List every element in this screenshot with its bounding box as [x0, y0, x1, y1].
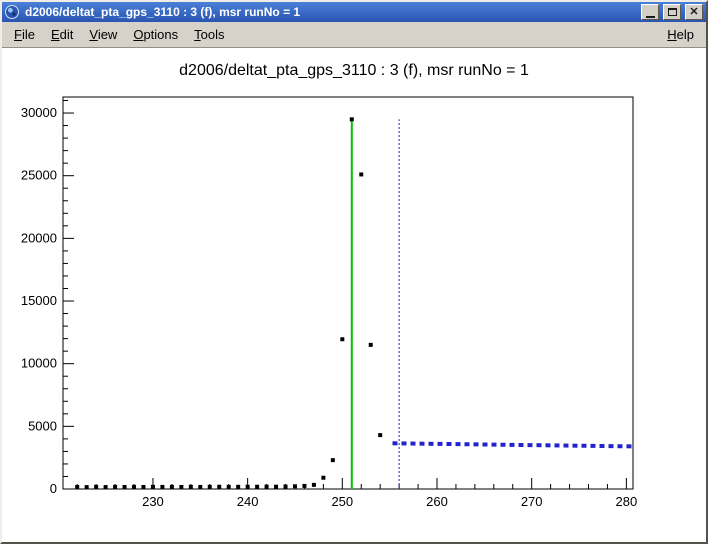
histogram-point: [302, 484, 306, 488]
plot-area[interactable]: 230 240 250 260 270 280 0 5000 10000 15000 20000 25…: [2, 48, 706, 542]
y-tick-label: 20000: [21, 230, 57, 245]
y-tick-label: 0: [50, 481, 57, 496]
histogram-point: [284, 484, 288, 488]
menu-tools[interactable]: Tools: [186, 23, 232, 46]
x-tick-label: 280: [616, 494, 638, 509]
menu-options[interactable]: Options: [125, 23, 186, 46]
histogram-point: [75, 485, 79, 489]
histogram-point: [265, 485, 269, 489]
application-window: d2006/deltat_pta_gps_3110 : 3 (f), msr r…: [0, 0, 708, 544]
histogram-point: [293, 484, 297, 488]
y-tick-label: 5000: [28, 418, 57, 433]
histogram-point: [217, 485, 221, 489]
histogram-point: [369, 343, 373, 347]
histogram-point: [350, 117, 354, 121]
x-tick-label: 270: [521, 494, 543, 509]
y-tick-label: 25000: [21, 168, 57, 183]
maximize-icon[interactable]: [663, 4, 681, 20]
root-canvas[interactable]: d2006/deltat_pta_gps_3110 : 3 (f), msr r…: [2, 48, 706, 542]
histogram-point: [378, 433, 382, 437]
minimize-icon[interactable]: [641, 4, 659, 20]
histogram-point: [321, 476, 325, 480]
histogram-point: [236, 485, 240, 489]
histogram-point: [208, 485, 212, 489]
x-tick-label: 230: [142, 494, 164, 509]
histogram-point: [179, 485, 183, 489]
histogram-point: [227, 485, 231, 489]
menu-bar: File Edit View Options Tools Help: [2, 22, 706, 48]
menu-edit[interactable]: Edit: [43, 23, 81, 46]
close-glyph: ✕: [689, 7, 698, 18]
histogram-point: [274, 485, 278, 489]
histogram-point: [132, 485, 136, 489]
histogram-point: [198, 485, 202, 489]
histogram-point: [160, 485, 164, 489]
menu-file[interactable]: File: [6, 23, 43, 46]
x-tick-label: 260: [426, 494, 448, 509]
histogram-point: [141, 485, 145, 489]
histogram-point: [104, 485, 108, 489]
histogram-point: [85, 485, 89, 489]
histogram-point: [94, 485, 98, 489]
histogram-point: [123, 485, 127, 489]
histogram-point: [359, 172, 363, 176]
histogram-point: [170, 485, 174, 489]
menu-help[interactable]: Help: [659, 23, 702, 46]
histogram-point: [340, 337, 344, 341]
app-icon: [5, 5, 19, 19]
window-title: d2006/deltat_pta_gps_3110 : 3 (f), msr r…: [23, 5, 637, 19]
histogram-point: [312, 483, 316, 487]
y-tick-label: 30000: [21, 105, 57, 120]
histogram-point: [189, 485, 193, 489]
histogram-point: [246, 485, 250, 489]
y-tick-label: 15000: [21, 293, 57, 308]
maximize-glyph: [668, 8, 677, 16]
window-titlebar[interactable]: d2006/deltat_pta_gps_3110 : 3 (f), msr r…: [2, 2, 706, 22]
close-icon[interactable]: ✕: [685, 4, 703, 20]
x-tick-label: 250: [331, 494, 353, 509]
histogram-point: [255, 485, 259, 489]
minimize-glyph: [646, 16, 655, 18]
histogram-point: [331, 458, 335, 462]
histogram-point: [113, 485, 117, 489]
histogram-point: [151, 485, 155, 489]
plot-frame: [63, 97, 633, 489]
x-tick-label: 240: [237, 494, 259, 509]
menu-view[interactable]: View: [81, 23, 125, 46]
y-tick-label: 10000: [21, 356, 57, 371]
